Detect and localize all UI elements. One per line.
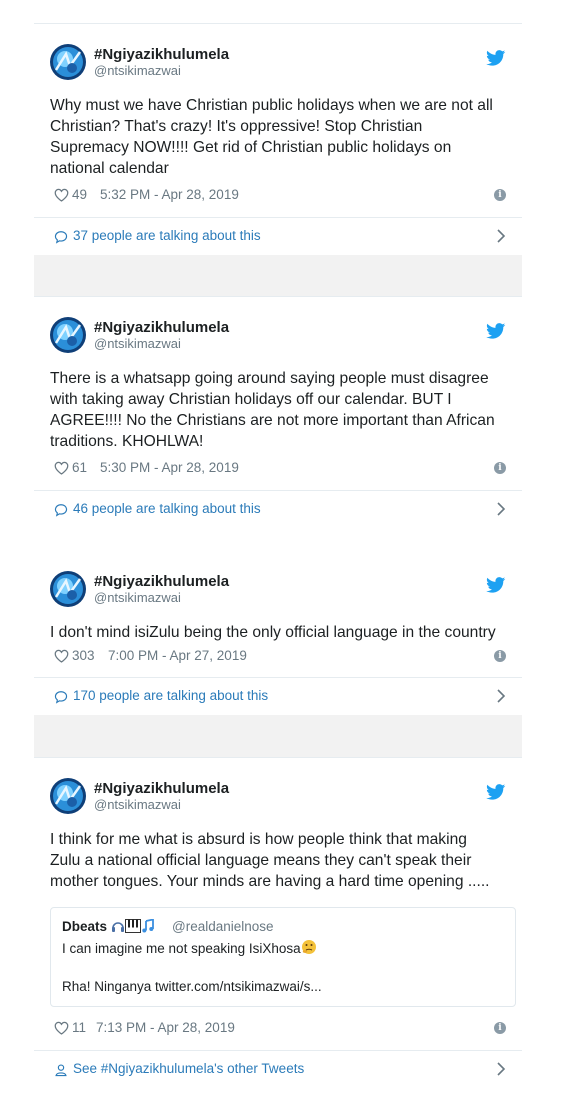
author-handle[interactable]: @ntsikimazwai (94, 63, 181, 78)
person-icon (55, 1064, 67, 1077)
talking-about-label[interactable]: 37 people are talking about this (73, 228, 261, 243)
twitter-bird-icon[interactable] (486, 50, 506, 66)
tweet-card-4: #Ngiyazikhulumela @ntsikimazwai I think … (34, 757, 522, 1087)
tweet-text-line: Supremacy NOW!!!! Get rid of Christian p… (50, 139, 452, 156)
author-handle[interactable]: @ntsikimazwai (94, 797, 181, 812)
author-name[interactable]: #Ngiyazikhulumela (94, 46, 229, 63)
tweet-text-line: Christian? That's crazy! It's oppressive… (50, 118, 423, 135)
author-name[interactable]: #Ngiyazikhulumela (94, 780, 229, 797)
info-icon[interactable]: i (494, 1022, 506, 1034)
like-count: 303 (72, 648, 95, 663)
tweet-header: #Ngiyazikhulumela @ntsikimazwai (50, 44, 506, 84)
tweet-text-line: There is a whatsapp going around saying … (50, 370, 489, 387)
tweet-meta: 49 5:32 PM - Apr 28, 2019 i (54, 187, 506, 205)
avatar[interactable] (50, 317, 86, 353)
quoted-text-line: I can imagine me not speaking IsiXhosa (62, 939, 317, 956)
heart-icon[interactable] (54, 188, 69, 202)
info-icon[interactable]: i (494, 462, 506, 474)
timestamp[interactable]: 7:00 PM - Apr 27, 2019 (108, 648, 247, 663)
tweet-meta: 61 5:30 PM - Apr 28, 2019 i (54, 460, 506, 478)
thinking-face-emoji (301, 940, 316, 954)
talking-about-link[interactable]: 170 people are talking about this (34, 677, 522, 715)
piano-emoji (124, 919, 141, 933)
tweet-card-1: #Ngiyazikhulumela @ntsikimazwai Why must… (34, 23, 522, 255)
talking-about-link[interactable]: 46 people are talking about this (34, 490, 522, 528)
tweet-text-line: AGREE!!!! No the Christians are not more… (50, 412, 495, 429)
tweet-card-2: #Ngiyazikhulumela @ntsikimazwai There is… (34, 296, 522, 528)
see-other-tweets-link[interactable]: See #Ngiyazikhulumela's other Tweets (34, 1050, 522, 1088)
heart-icon[interactable] (54, 649, 69, 663)
tweet-text: Why must we have Christian public holida… (50, 95, 516, 179)
author-handle[interactable]: @ntsikimazwai (94, 336, 181, 351)
tweet-text-line: mother tongues. Your minds are having a … (50, 873, 490, 890)
tweet-separator (34, 715, 522, 757)
headphones-emoji (111, 922, 124, 932)
tweet-card-3: #Ngiyazikhulumela @ntsikimazwai I don't … (34, 551, 522, 715)
tweet-text-line: with taking away Christian holidays off … (50, 391, 452, 408)
tweet-text-line: Zulu a national official language means … (50, 852, 472, 869)
avatar[interactable] (50, 571, 86, 607)
like-count: 11 (72, 1020, 87, 1035)
chevron-right-icon[interactable] (496, 502, 506, 516)
heart-icon[interactable] (54, 1021, 69, 1035)
heart-icon[interactable] (54, 461, 69, 475)
twitter-bird-icon[interactable] (486, 323, 506, 339)
talking-about-label[interactable]: 46 people are talking about this (73, 501, 261, 516)
avatar[interactable] (50, 778, 86, 814)
quoted-text-line: Rha! Ninganya twitter.com/ntsikimazwai/s… (62, 979, 322, 994)
music-note-emoji (142, 919, 154, 933)
see-other-tweets-label[interactable]: See #Ngiyazikhulumela's other Tweets (73, 1061, 304, 1076)
quoted-tweet[interactable]: Dbeats @realdanielnose I can imagine me … (50, 907, 516, 1007)
timestamp[interactable]: 7:13 PM - Apr 28, 2019 (96, 1020, 235, 1035)
tweet-text: I think for me what is absurd is how peo… (50, 829, 516, 892)
tweet-separator (34, 255, 522, 296)
tweet-header: #Ngiyazikhulumela @ntsikimazwai (50, 571, 506, 611)
tweet-text: There is a whatsapp going around saying … (50, 368, 516, 452)
timestamp[interactable]: 5:32 PM - Apr 28, 2019 (100, 187, 239, 202)
tweet-text-line: I don't mind isiZulu being the only offi… (50, 624, 496, 641)
quoted-author-handle[interactable]: @realdanielnose (172, 919, 274, 934)
avatar[interactable] (50, 44, 86, 80)
talking-about-label[interactable]: 170 people are talking about this (73, 688, 268, 703)
tweet-meta: 303 7:00 PM - Apr 27, 2019 i (54, 648, 506, 666)
chevron-right-icon[interactable] (496, 229, 506, 243)
author-name[interactable]: #Ngiyazikhulumela (94, 319, 229, 336)
tweet-text-line: I think for me what is absurd is how peo… (50, 831, 467, 848)
twitter-bird-icon[interactable] (486, 784, 506, 800)
speech-bubble-icon (54, 691, 68, 704)
chevron-right-icon[interactable] (496, 1062, 506, 1076)
tweet-text: I don't mind isiZulu being the only offi… (50, 622, 516, 643)
tweet-text-line: national calendar (50, 160, 169, 177)
like-count: 61 (72, 460, 88, 475)
quoted-author-name[interactable]: Dbeats (62, 919, 155, 934)
info-icon[interactable]: i (494, 650, 506, 662)
tweet-header: #Ngiyazikhulumela @ntsikimazwai (50, 317, 506, 357)
tweet-header: #Ngiyazikhulumela @ntsikimazwai (50, 778, 506, 818)
tweet-text-line: traditions. KHOHLWA! (50, 433, 204, 450)
tweet-text-line: Why must we have Christian public holida… (50, 97, 493, 114)
author-name[interactable]: #Ngiyazikhulumela (94, 573, 229, 590)
info-icon[interactable]: i (494, 189, 506, 201)
author-handle[interactable]: @ntsikimazwai (94, 590, 181, 605)
speech-bubble-icon (54, 231, 68, 244)
timestamp[interactable]: 5:30 PM - Apr 28, 2019 (100, 460, 239, 475)
talking-about-link[interactable]: 37 people are talking about this (34, 217, 522, 255)
like-count: 49 (72, 187, 88, 202)
speech-bubble-icon (54, 504, 68, 517)
twitter-bird-icon[interactable] (486, 577, 506, 593)
tweet-meta: 11 7:13 PM - Apr 28, 2019 i (54, 1020, 506, 1038)
chevron-right-icon[interactable] (496, 689, 506, 703)
